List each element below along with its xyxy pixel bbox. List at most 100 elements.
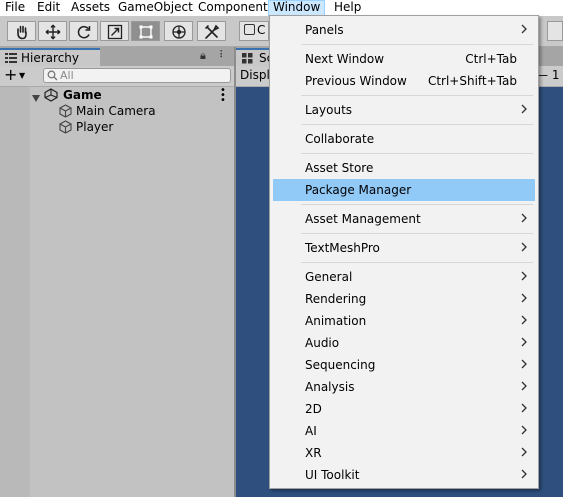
- add-button[interactable]: +: [4, 67, 17, 83]
- menu-item-label: Package Manager: [305, 183, 412, 197]
- menu-item-label: Asset Management: [305, 212, 421, 226]
- chevron-right-icon: [521, 293, 527, 303]
- custom-tool-button[interactable]: [197, 21, 226, 41]
- kebab-menu-icon[interactable]: ⠇: [219, 50, 226, 61]
- menu-item-ai[interactable]: AI: [273, 420, 535, 442]
- gameobject-cube-icon: [59, 120, 72, 137]
- menu-item-ui-toolkit[interactable]: UI Toolkit: [273, 464, 535, 486]
- menu-item-rendering[interactable]: Rendering: [273, 288, 535, 310]
- menu-item-animation[interactable]: Animation: [273, 310, 535, 332]
- menu-edit[interactable]: Edit: [33, 0, 64, 16]
- menu-help[interactable]: Help: [330, 0, 365, 16]
- search-input[interactable]: All: [43, 68, 231, 83]
- chevron-right-icon: [521, 315, 527, 325]
- menu-window[interactable]: Window: [268, 0, 326, 16]
- menu-gameobject[interactable]: GameObject: [114, 0, 197, 16]
- chevron-right-icon: [521, 24, 527, 34]
- chevron-right-icon: [521, 381, 527, 391]
- menu-item-textmeshpro[interactable]: TextMeshPro: [273, 237, 535, 259]
- menu-item-label: AI: [305, 424, 317, 438]
- menu-item-label: Layouts: [305, 103, 353, 117]
- hand-tool-button[interactable]: [7, 21, 36, 41]
- menu-item-label: Next Window: [305, 52, 385, 66]
- menu-item-label: 2D: [305, 402, 322, 416]
- menu-separator: [301, 95, 533, 96]
- scale-tool-button[interactable]: [100, 21, 129, 41]
- chevron-right-icon: [521, 271, 527, 281]
- menu-item-asset-management[interactable]: Asset Management: [273, 208, 535, 230]
- scale-readout: — 1: [536, 68, 560, 82]
- menu-item-next-window[interactable]: Next Window Ctrl+Tab: [273, 48, 535, 70]
- menu-item-label: Asset Store: [305, 161, 374, 175]
- move-tool-icon: [45, 24, 61, 40]
- menu-item-collaborate[interactable]: Collaborate: [273, 128, 535, 150]
- menu-item-label: Previous Window: [305, 74, 407, 88]
- menu-item-layouts[interactable]: Layouts: [273, 99, 535, 121]
- menu-item-panels[interactable]: Panels: [273, 19, 535, 41]
- rect-tool-icon: [139, 25, 153, 39]
- menu-item-sequencing[interactable]: Sequencing: [273, 354, 535, 376]
- menu-item-label: Sequencing: [305, 358, 376, 372]
- rect-tool-button[interactable]: [131, 21, 160, 41]
- move-tool-button[interactable]: [38, 21, 67, 41]
- chevron-right-icon: [521, 337, 527, 347]
- toolbar-right-button[interactable]: [547, 21, 563, 41]
- chevron-right-icon: [521, 425, 527, 435]
- menu-item-asset-store[interactable]: Asset Store: [273, 157, 535, 179]
- chevron-right-icon: [521, 403, 527, 413]
- tab-hierarchy[interactable]: Hierarchy: [0, 48, 100, 66]
- chevron-down-icon[interactable]: ▼: [19, 71, 25, 80]
- menu-item-label: TextMeshPro: [305, 241, 380, 255]
- chevron-right-icon: [521, 242, 527, 252]
- menu-item-general[interactable]: General: [273, 266, 535, 288]
- menu-item-previous-window[interactable]: Previous Window Ctrl+Shift+Tab: [273, 70, 535, 92]
- menu-component[interactable]: Component: [194, 0, 272, 16]
- tree-row-player[interactable]: Player: [0, 119, 235, 136]
- chevron-right-icon: [521, 213, 527, 223]
- menu-item-label: UI Toolkit: [305, 468, 360, 482]
- menu-item-2d[interactable]: 2D: [273, 398, 535, 420]
- scene-kebab-icon[interactable]: • • •: [220, 86, 226, 106]
- pivot-label: C: [257, 23, 266, 37]
- center-pivot-button[interactable]: C: [239, 21, 269, 41]
- transform-tool-button[interactable]: [164, 21, 193, 41]
- menu-item-xr[interactable]: XR: [273, 442, 535, 464]
- menu-item-label: Animation: [305, 314, 367, 328]
- hierarchy-icon: [5, 53, 17, 63]
- menu-item-audio[interactable]: Audio: [273, 332, 535, 354]
- scale-value: 1: [551, 68, 560, 82]
- menu-assets[interactable]: Assets: [67, 0, 114, 16]
- pivot-icon: [244, 24, 255, 35]
- tree-row-main-camera[interactable]: Main Camera: [0, 103, 235, 120]
- menu-file[interactable]: File: [1, 0, 29, 16]
- hand-tool-icon: [17, 25, 27, 40]
- scale-tool-icon: [107, 24, 123, 40]
- scene-name: Game: [63, 88, 102, 102]
- menu-separator: [301, 44, 533, 45]
- menu-item-label: Rendering: [305, 292, 367, 306]
- menu-separator: [301, 233, 533, 234]
- tree-item-label: Main Camera: [76, 104, 156, 118]
- scene-grid-icon: [242, 53, 253, 64]
- menu-separator: [301, 204, 533, 205]
- chevron-right-icon: [521, 359, 527, 369]
- menu-item-analysis[interactable]: Analysis: [273, 376, 535, 398]
- window-menu-dropdown: Panels Next Window Ctrl+Tab Previous Window…: [269, 15, 539, 489]
- menu-item-shortcut: Ctrl+Tab: [465, 52, 517, 66]
- rotate-tool-button[interactable]: [69, 21, 98, 41]
- display-dropdown[interactable]: Displ: [240, 68, 270, 82]
- menu-item-package-manager[interactable]: Package Manager: [273, 179, 535, 201]
- rotate-tool-icon: [77, 25, 91, 39]
- menu-separator: [301, 262, 533, 263]
- hierarchy-tree: Game • • • Main Camera Player: [0, 86, 235, 497]
- search-placeholder: All: [60, 69, 74, 82]
- tree-row-scene[interactable]: Game • • •: [0, 86, 235, 106]
- menu-item-label: Analysis: [305, 380, 355, 394]
- menu-item-shortcut: Ctrl+Shift+Tab: [427, 74, 517, 88]
- menu-item-label: Collaborate: [305, 132, 375, 146]
- custom-tool-icon: [205, 24, 220, 39]
- lock-icon[interactable]: 🔒︎: [200, 49, 206, 63]
- transform-tool-icon: [172, 25, 186, 39]
- search-icon: [47, 70, 58, 81]
- menu-bar: File Edit Assets GameObject Component Wi…: [0, 0, 563, 16]
